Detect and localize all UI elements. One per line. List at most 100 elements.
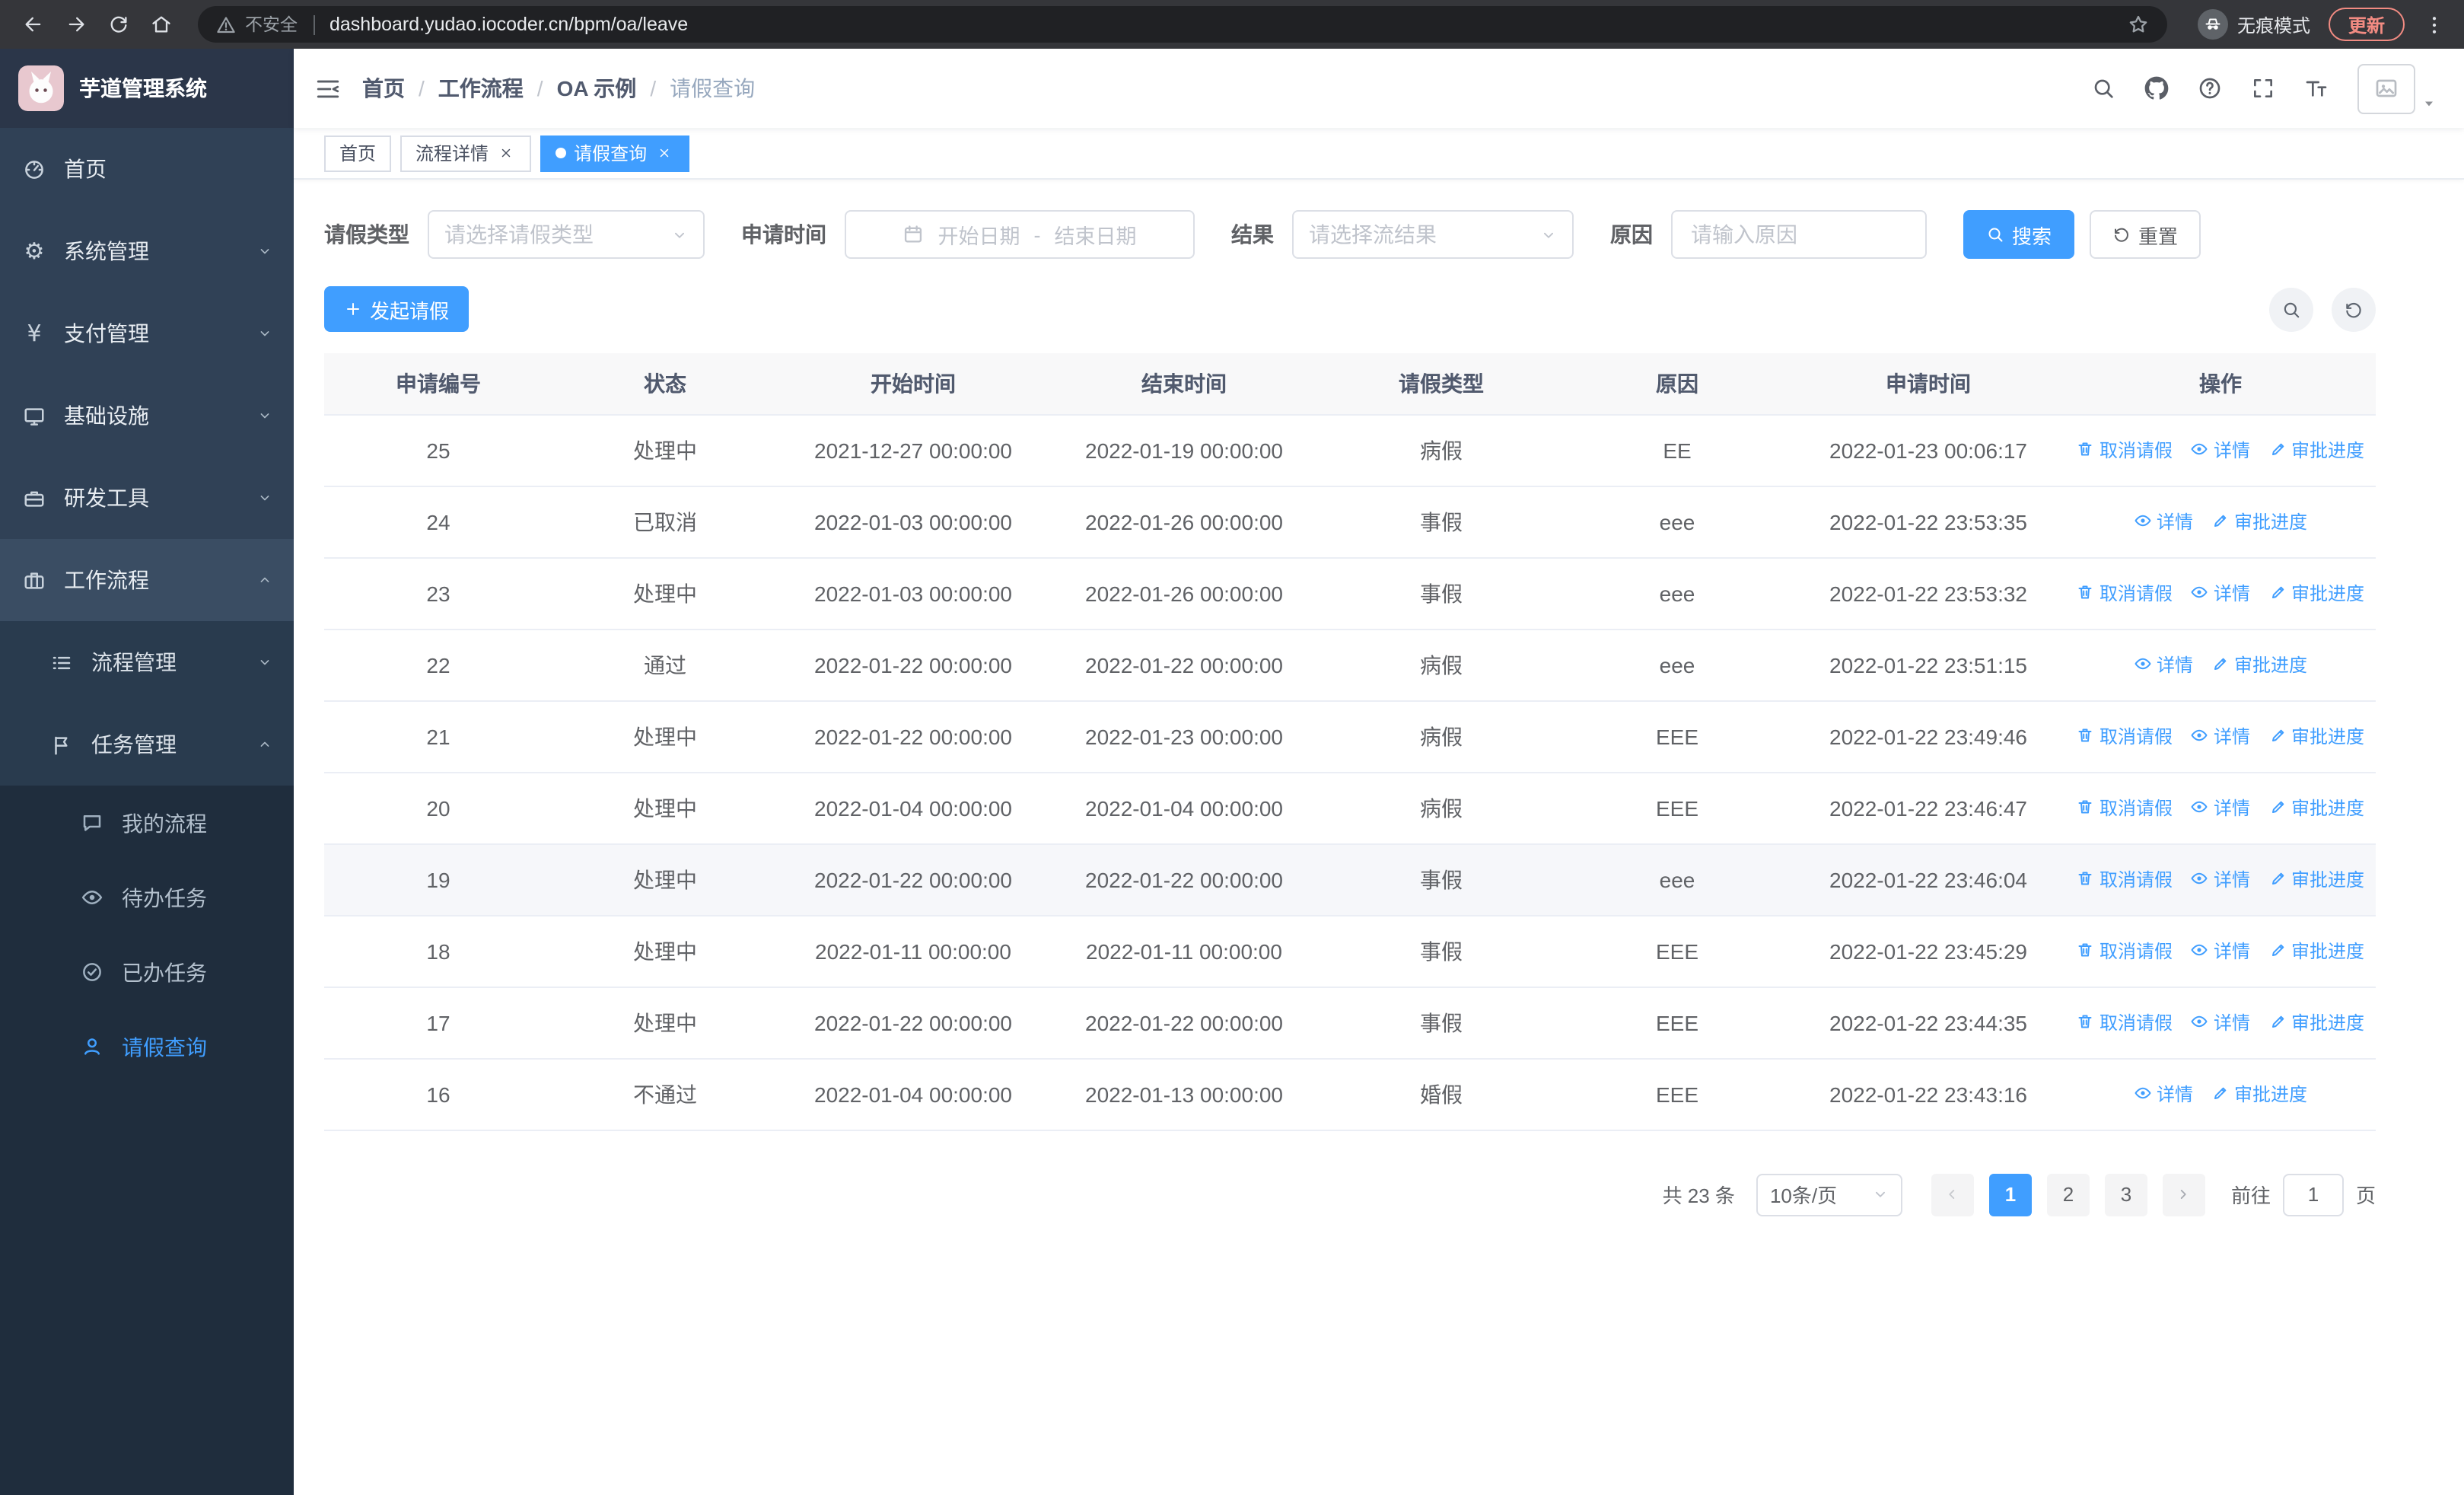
close-tab-icon[interactable] xyxy=(496,143,516,163)
sidebar-item[interactable]: 请假查询 xyxy=(0,1009,294,1084)
table-row[interactable]: 19 处理中 2022-01-22 00:00:00 2022-01-22 00… xyxy=(324,843,2376,916)
fullscreen-icon[interactable] xyxy=(2251,76,2275,100)
sidebar-item[interactable]: 流程管理 xyxy=(0,621,294,703)
reason-input[interactable] xyxy=(1671,210,1927,259)
row-action-link[interactable]: 审批进度 xyxy=(2268,437,2364,463)
row-action-link[interactable]: 详情 xyxy=(2191,580,2250,606)
row-action-link[interactable]: 审批进度 xyxy=(2211,508,2307,534)
page-size-select[interactable]: 10条/页 xyxy=(1756,1173,1902,1216)
search-icon[interactable] xyxy=(2091,76,2115,100)
sidebar-item[interactable]: 首页 xyxy=(0,128,294,210)
user-menu[interactable] xyxy=(2357,63,2437,113)
row-action-link[interactable]: 取消请假 xyxy=(2077,723,2173,749)
sidebar-item[interactable]: 研发工具 xyxy=(0,457,294,539)
row-action-link[interactable]: 详情 xyxy=(2191,938,2250,964)
breadcrumb-item[interactable]: 请假查询 / xyxy=(670,73,755,104)
row-action-link[interactable]: 审批进度 xyxy=(2268,723,2364,749)
sidebar-item[interactable]: 任务管理 xyxy=(0,703,294,786)
row-action-link[interactable]: 取消请假 xyxy=(2077,866,2173,892)
search-button[interactable]: 搜索 xyxy=(1963,210,2075,259)
tab[interactable]: 请假查询 xyxy=(540,135,690,171)
row-action-link[interactable]: 详情 xyxy=(2191,437,2250,463)
browser-update-button[interactable]: 更新 xyxy=(2328,8,2405,41)
table-row[interactable]: 24 已取消 2022-01-03 00:00:00 2022-01-26 00… xyxy=(324,486,2376,558)
refresh-table-button[interactable] xyxy=(2332,287,2376,331)
row-action-link[interactable]: 详情 xyxy=(2134,1081,2193,1107)
help-icon[interactable] xyxy=(2198,76,2222,100)
table-row[interactable]: 21 处理中 2022-01-22 00:00:00 2022-01-23 00… xyxy=(324,700,2376,773)
row-action-link[interactable]: 审批进度 xyxy=(2268,866,2364,892)
browser-reload-icon[interactable] xyxy=(100,6,137,43)
row-action-link[interactable]: 详情 xyxy=(2191,723,2250,749)
sidebar-item[interactable]: 待办任务 xyxy=(0,860,294,935)
row-action-link[interactable]: 取消请假 xyxy=(2077,580,2173,606)
sidebar-item-label: 流程管理 xyxy=(91,650,177,674)
chevron-down-icon xyxy=(257,655,272,670)
row-action-link[interactable]: 审批进度 xyxy=(2211,1081,2307,1107)
row-action-link[interactable]: 取消请假 xyxy=(2077,437,2173,463)
not-secure-warning-icon[interactable] xyxy=(216,14,236,34)
page-number-button[interactable]: 2 xyxy=(2046,1173,2090,1216)
cell-reason: EEE xyxy=(1563,987,1791,1059)
reset-button[interactable]: 重置 xyxy=(2090,210,2201,259)
next-page-button[interactable] xyxy=(2162,1173,2205,1216)
close-tab-icon[interactable] xyxy=(654,143,674,163)
table-row[interactable]: 22 通过 2022-01-22 00:00:00 2022-01-22 00:… xyxy=(324,629,2376,701)
sidebar-item[interactable]: ⚙ 系统管理 xyxy=(0,210,294,292)
row-action-link[interactable]: 取消请假 xyxy=(2077,795,2173,821)
browser-chrome: 不安全 dashboard.yudao.iocoder.cn/bpm/oa/le… xyxy=(0,0,2464,49)
table-row[interactable]: 20 处理中 2022-01-04 00:00:00 2022-01-04 00… xyxy=(324,772,2376,844)
row-action-link[interactable]: 审批进度 xyxy=(2268,580,2364,606)
row-action-link[interactable]: 详情 xyxy=(2134,508,2193,534)
browser-back-icon[interactable] xyxy=(15,6,52,43)
collapse-sidebar-icon[interactable] xyxy=(315,75,341,101)
goto-page-input[interactable] xyxy=(2282,1173,2344,1216)
avatar[interactable] xyxy=(2357,63,2415,113)
row-action-label: 审批进度 xyxy=(2234,511,2308,533)
row-action-link[interactable]: 审批进度 xyxy=(2268,938,2364,964)
table-row[interactable]: 25 处理中 2021-12-27 00:00:00 2022-01-19 00… xyxy=(324,414,2376,486)
leave-type-select[interactable]: 请选择请假类型 xyxy=(428,210,705,259)
browser-home-icon[interactable] xyxy=(143,6,180,43)
row-action-link[interactable]: 审批进度 xyxy=(2268,795,2364,821)
prev-page-button[interactable] xyxy=(1931,1173,1974,1216)
end-date-placeholder: 结束日期 xyxy=(1054,225,1137,248)
row-action-link[interactable]: 取消请假 xyxy=(2077,938,2173,964)
sidebar-item[interactable]: 工作流程 xyxy=(0,539,294,621)
cell-leave-type: 病假 xyxy=(1320,700,1563,773)
address-bar[interactable]: 不安全 dashboard.yudao.iocoder.cn/bpm/oa/le… xyxy=(198,6,2167,43)
row-action-link[interactable]: 取消请假 xyxy=(2077,1009,2173,1035)
table-row[interactable]: 23 处理中 2022-01-03 00:00:00 2022-01-26 00… xyxy=(324,557,2376,630)
sidebar-item[interactable]: 我的流程 xyxy=(0,786,294,860)
browser-forward-icon[interactable] xyxy=(58,6,94,43)
toggle-search-button[interactable] xyxy=(2269,287,2313,331)
row-action-link[interactable]: 详情 xyxy=(2191,1009,2250,1035)
row-action-link[interactable]: 详情 xyxy=(2134,652,2193,677)
sidebar-item[interactable]: 已办任务 xyxy=(0,935,294,1009)
browser-menu-icon[interactable] xyxy=(2423,13,2446,36)
row-action-link[interactable]: 审批进度 xyxy=(2268,1009,2364,1035)
result-select[interactable]: 请选择流结果 xyxy=(1292,210,1574,259)
row-action-link[interactable]: 审批进度 xyxy=(2211,652,2307,677)
table-row[interactable]: 18 处理中 2022-01-11 00:00:00 2022-01-11 00… xyxy=(324,915,2376,987)
font-size-icon[interactable] xyxy=(2304,76,2329,100)
bookmark-star-icon[interactable] xyxy=(2128,14,2149,35)
tab[interactable]: 首页 xyxy=(324,135,392,171)
sidebar-item[interactable]: 基础设施 xyxy=(0,375,294,457)
table-row[interactable]: 16 不通过 2022-01-04 00:00:00 2022-01-13 00… xyxy=(324,1058,2376,1130)
breadcrumb-item[interactable]: OA 示例 / xyxy=(557,73,670,104)
page-number-button[interactable]: 1 xyxy=(1988,1173,2032,1216)
page-number-button[interactable]: 3 xyxy=(2104,1173,2147,1216)
row-action-label: 详情 xyxy=(2213,797,2250,819)
row-action-link[interactable]: 详情 xyxy=(2191,866,2250,892)
app-logo[interactable]: 芋道管理系统 xyxy=(0,49,294,128)
apply-time-range-picker[interactable]: 开始日期 - 结束日期 xyxy=(845,210,1195,259)
table-row[interactable]: 17 处理中 2022-01-22 00:00:00 2022-01-22 00… xyxy=(324,987,2376,1059)
row-action-link[interactable]: 详情 xyxy=(2191,795,2250,821)
tab[interactable]: 流程详情 xyxy=(400,135,532,171)
create-leave-button[interactable]: 发起请假 xyxy=(324,286,470,332)
breadcrumb-item[interactable]: 工作流程 / xyxy=(438,73,557,104)
sidebar-item[interactable]: ¥ 支付管理 xyxy=(0,292,294,375)
github-icon[interactable] xyxy=(2144,76,2169,100)
breadcrumb-item[interactable]: 首页 / xyxy=(362,73,438,104)
